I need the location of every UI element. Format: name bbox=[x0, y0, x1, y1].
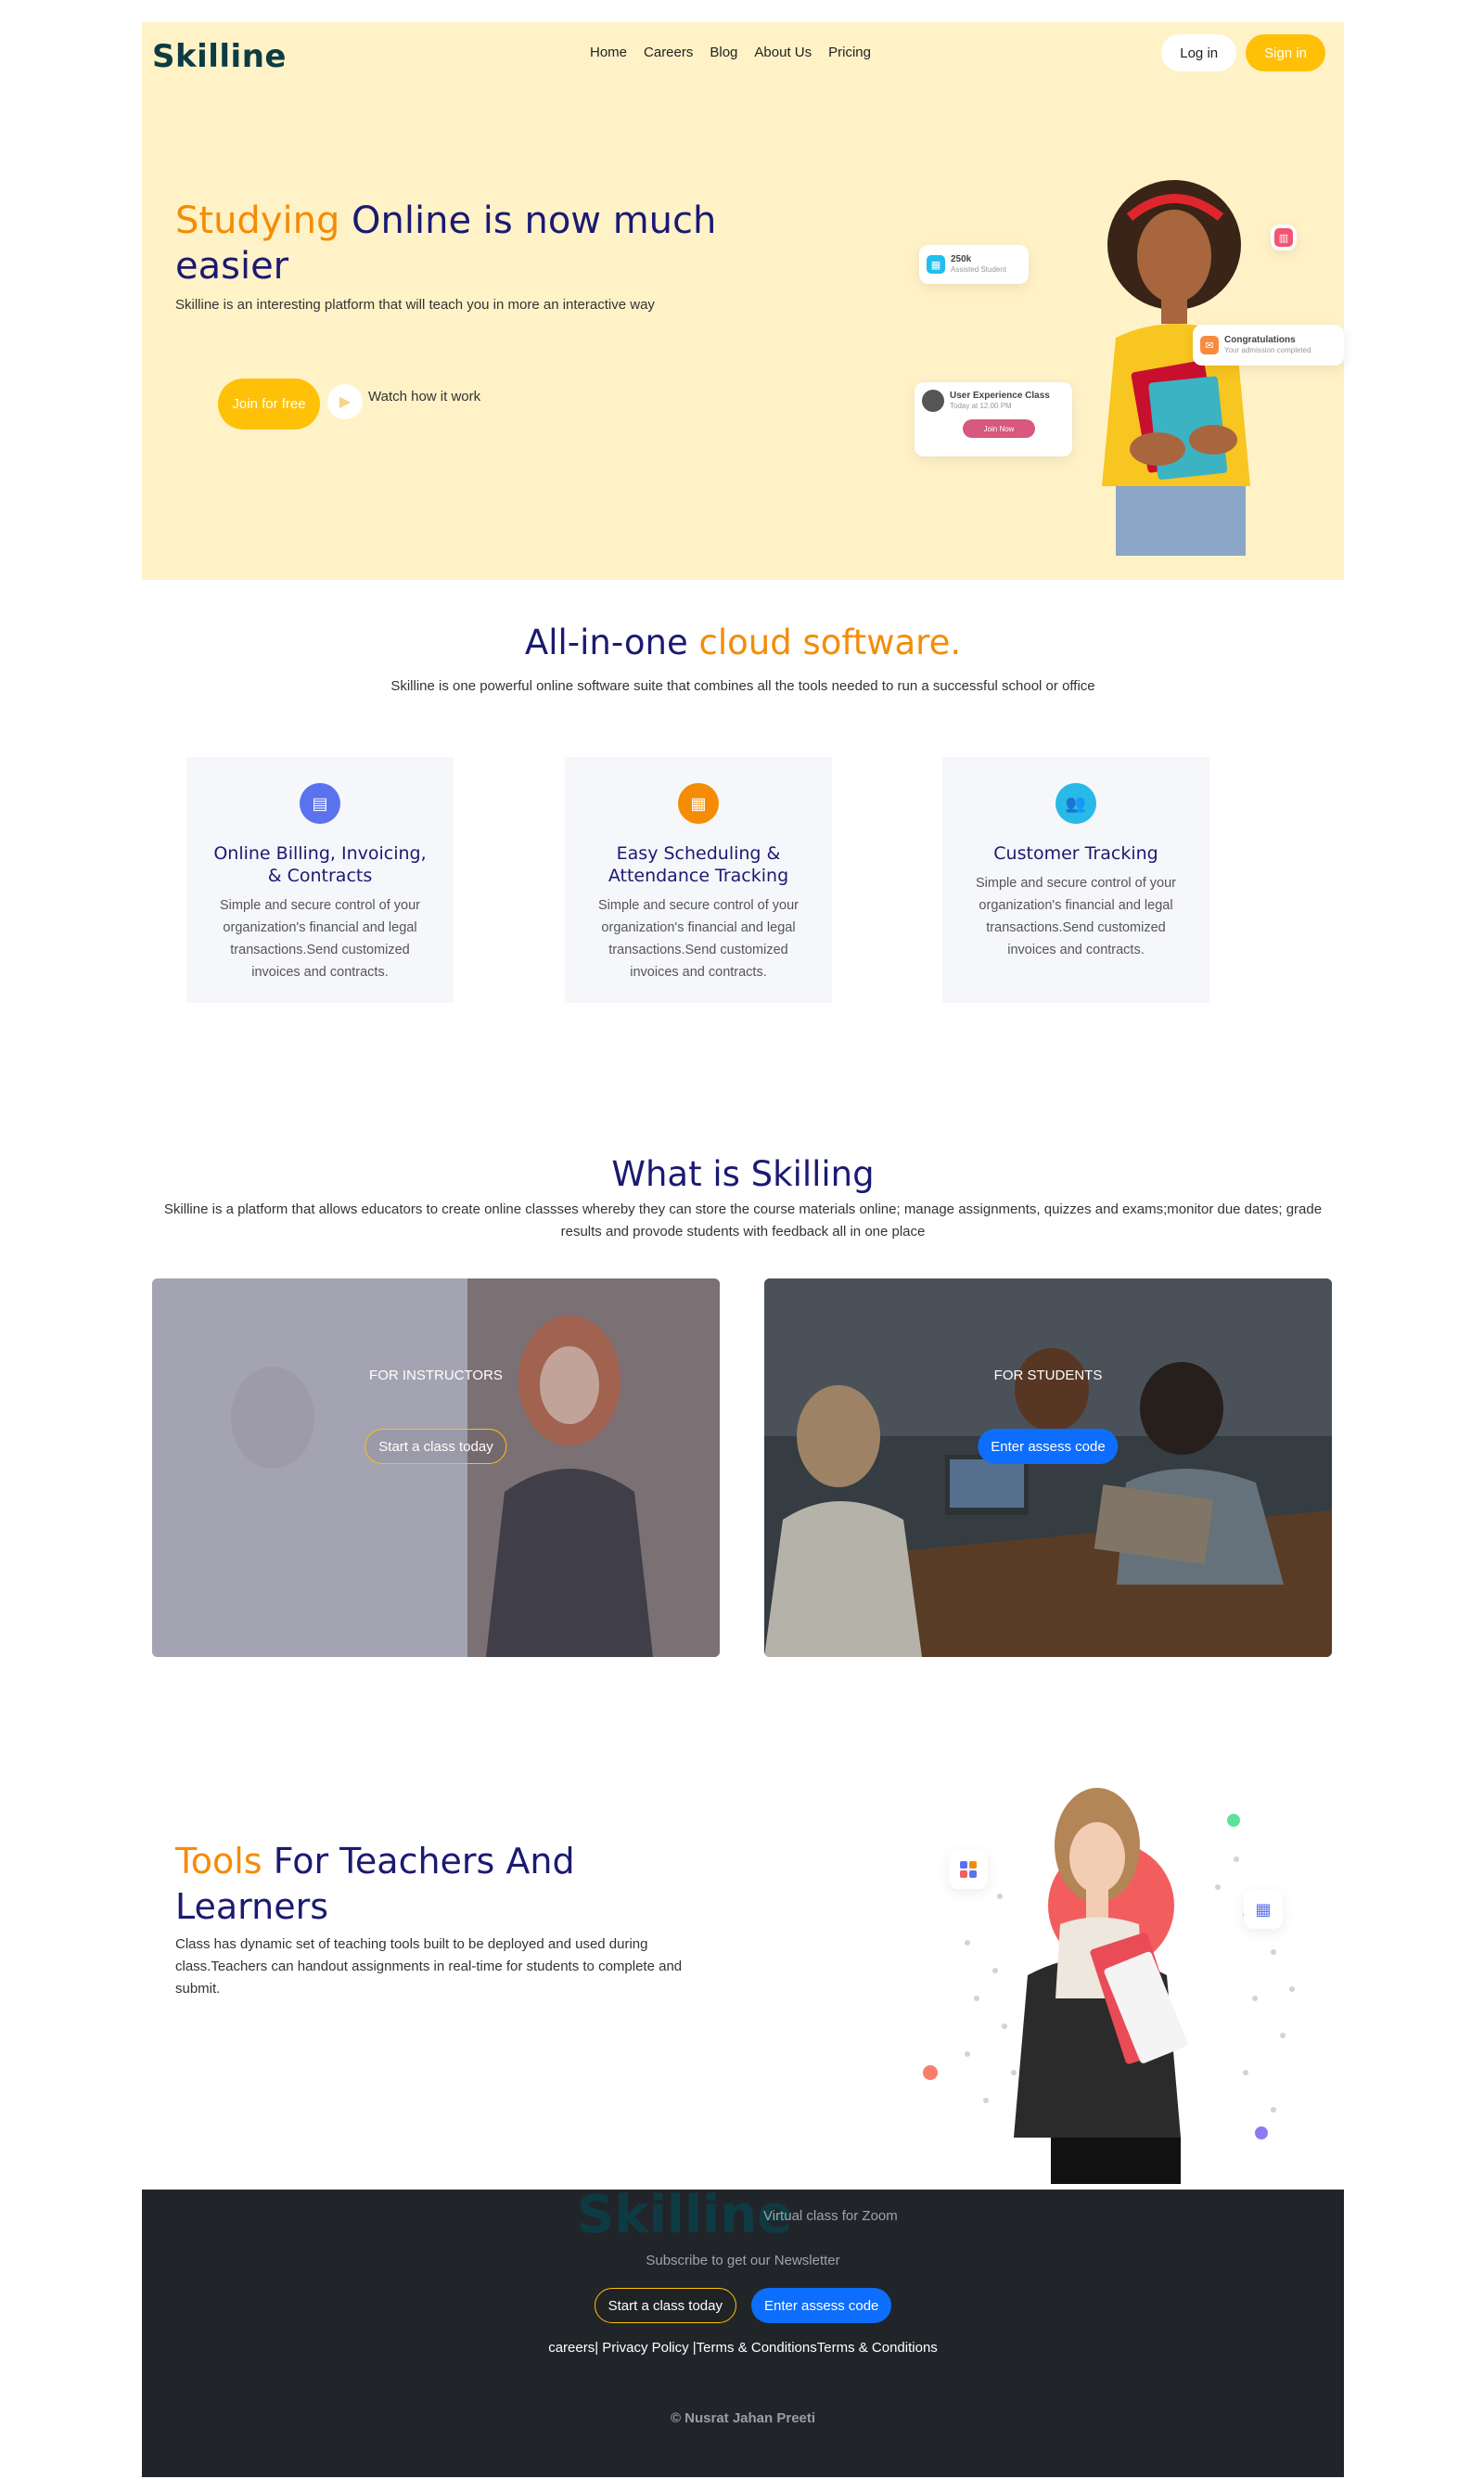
hero-subtitle: Skilline is an interesting platform that… bbox=[175, 297, 655, 313]
instructors-photo-card: FOR INSTRUCTORS Start a class today bbox=[152, 1278, 720, 1657]
join-now-button[interactable]: Join Now bbox=[963, 419, 1035, 438]
students-card-text: 250k Assisted Student bbox=[951, 254, 1006, 275]
class-time: Today at 12.00 PM bbox=[950, 402, 1012, 410]
tools-title-accent: Tools bbox=[175, 1841, 262, 1882]
copyright: © Nusrat Jahan Preeti bbox=[670, 2410, 816, 2426]
layout-icon bbox=[960, 1861, 977, 1878]
hero-student-image bbox=[1065, 180, 1278, 556]
feature-card-tracking: 👥 Customer Tracking Simple and secure co… bbox=[942, 757, 1209, 1003]
avatar bbox=[922, 390, 944, 412]
calendar-icon: ▦ bbox=[678, 783, 719, 824]
login-button[interactable]: Log in bbox=[1161, 34, 1237, 71]
footer-buttons: Start a class today Enter assess code bbox=[142, 2288, 1344, 2323]
students-label: FOR STUDENTS bbox=[993, 1368, 1103, 1383]
join-for-free-button[interactable]: Join for free bbox=[218, 379, 320, 430]
bar-chart-icon: ▥ bbox=[1274, 228, 1293, 247]
students-count-card: ▦ 250k Assisted Student bbox=[919, 245, 1029, 284]
skilling-subtitle: Skilline is a platform that allows educa… bbox=[163, 1201, 1323, 1240]
tools-subtitle: Class has dynamic set of teaching tools … bbox=[175, 1936, 683, 1997]
users-icon: 👥 bbox=[1055, 783, 1096, 824]
signin-button[interactable]: Sign in bbox=[1246, 34, 1325, 71]
main-nav: Home Careers Blog About Us Pricing bbox=[590, 45, 888, 60]
feature-card-text: Simple and secure control of your organi… bbox=[976, 876, 1176, 957]
newsletter-label: Subscribe to get our Newsletter bbox=[646, 2253, 840, 2268]
brand-logo[interactable]: Skilline bbox=[152, 38, 287, 75]
footer-logo[interactable]: Skilline bbox=[577, 2185, 792, 2245]
feature-card-text: Simple and secure control of your organi… bbox=[598, 898, 799, 980]
start-class-button[interactable]: Start a class today bbox=[365, 1429, 507, 1464]
nav-about-us[interactable]: About Us bbox=[754, 45, 812, 60]
footer-links[interactable]: careers| Privacy Policy |Terms & Conditi… bbox=[142, 2340, 1344, 2356]
chart-badge: ▥ bbox=[1271, 225, 1297, 250]
tools-title: Tools For Teachers And Learners bbox=[175, 1839, 658, 1930]
document-icon: ▤ bbox=[300, 783, 340, 824]
feature-card-title: Easy Scheduling & Attendance Tracking bbox=[608, 843, 789, 886]
footer-tagline: Virtual class for Zoom bbox=[763, 2208, 898, 2224]
students-photo-card: FOR STUDENTS Enter assess code bbox=[764, 1278, 1332, 1657]
enter-assess-code-button[interactable]: Enter assess code bbox=[978, 1429, 1119, 1464]
students-photo bbox=[764, 1278, 1332, 1657]
tools-illustration: ▦ bbox=[912, 1757, 1320, 2184]
mail-icon: ✉ bbox=[1200, 336, 1219, 354]
footer-start-class-button[interactable]: Start a class today bbox=[594, 2288, 736, 2323]
play-icon[interactable]: ▶ bbox=[327, 384, 363, 419]
calendar-icon: ▦ bbox=[1255, 1899, 1272, 1919]
congrats-text: Congratulations Your admission completed bbox=[1224, 335, 1311, 355]
nav-careers[interactable]: Careers bbox=[644, 45, 693, 60]
class-card: User Experience Class Today at 12.00 PM … bbox=[915, 382, 1072, 456]
students-label: Assisted Student bbox=[951, 265, 1007, 274]
instructors-label: FOR INSTRUCTORS bbox=[369, 1368, 503, 1383]
calendar-badge: ▦ bbox=[1244, 1890, 1283, 1929]
hero-section: Skilline Home Careers Blog About Us Pric… bbox=[142, 22, 1344, 580]
allinone-title: All-in-one cloud software. bbox=[142, 623, 1344, 662]
footer: Skilline Virtual class for Zoom Subscrib… bbox=[142, 2185, 1344, 2477]
feature-card-title: Customer Tracking bbox=[993, 843, 1158, 864]
feature-card-title: Online Billing, Invoicing, & Contracts bbox=[213, 843, 427, 886]
skilling-title: What is Skilling bbox=[611, 1154, 875, 1194]
nav-pricing[interactable]: Pricing bbox=[828, 45, 871, 60]
hero-title-accent: Studying bbox=[175, 199, 340, 242]
nav-blog[interactable]: Blog bbox=[710, 45, 737, 60]
instructors-photo bbox=[152, 1278, 720, 1657]
students-count: 250k bbox=[951, 254, 972, 264]
layout-icon-badge bbox=[949, 1850, 988, 1889]
calendar-icon: ▦ bbox=[927, 255, 945, 274]
allinone-title-accent: cloud software. bbox=[687, 623, 962, 662]
congrats-sub: Your admission completed bbox=[1224, 346, 1311, 354]
congratulations-card: ✉ Congratulations Your admission complet… bbox=[1193, 325, 1344, 366]
allinone-title-main: All-in-one bbox=[524, 623, 688, 662]
nav-home[interactable]: Home bbox=[590, 45, 627, 60]
footer-enter-code-button[interactable]: Enter assess code bbox=[751, 2288, 892, 2323]
class-title: User Experience Class bbox=[950, 391, 1050, 401]
feature-card-text: Simple and secure control of your organi… bbox=[220, 898, 420, 980]
congrats-title: Congratulations bbox=[1224, 335, 1296, 345]
feature-card-scheduling: ▦ Easy Scheduling & Attendance Tracking … bbox=[565, 757, 832, 1003]
watch-label: Watch how it work bbox=[368, 388, 481, 405]
feature-card-billing: ▤ Online Billing, Invoicing, & Contracts… bbox=[186, 757, 454, 1003]
hero-title: Studying Online is now much easier bbox=[175, 199, 732, 289]
watch-video-link[interactable]: ▶ Watch how it work bbox=[327, 384, 480, 419]
auth-buttons: Log in Sign in bbox=[1161, 34, 1325, 71]
allinone-subtitle: Skilline is one powerful online software… bbox=[390, 678, 1095, 694]
